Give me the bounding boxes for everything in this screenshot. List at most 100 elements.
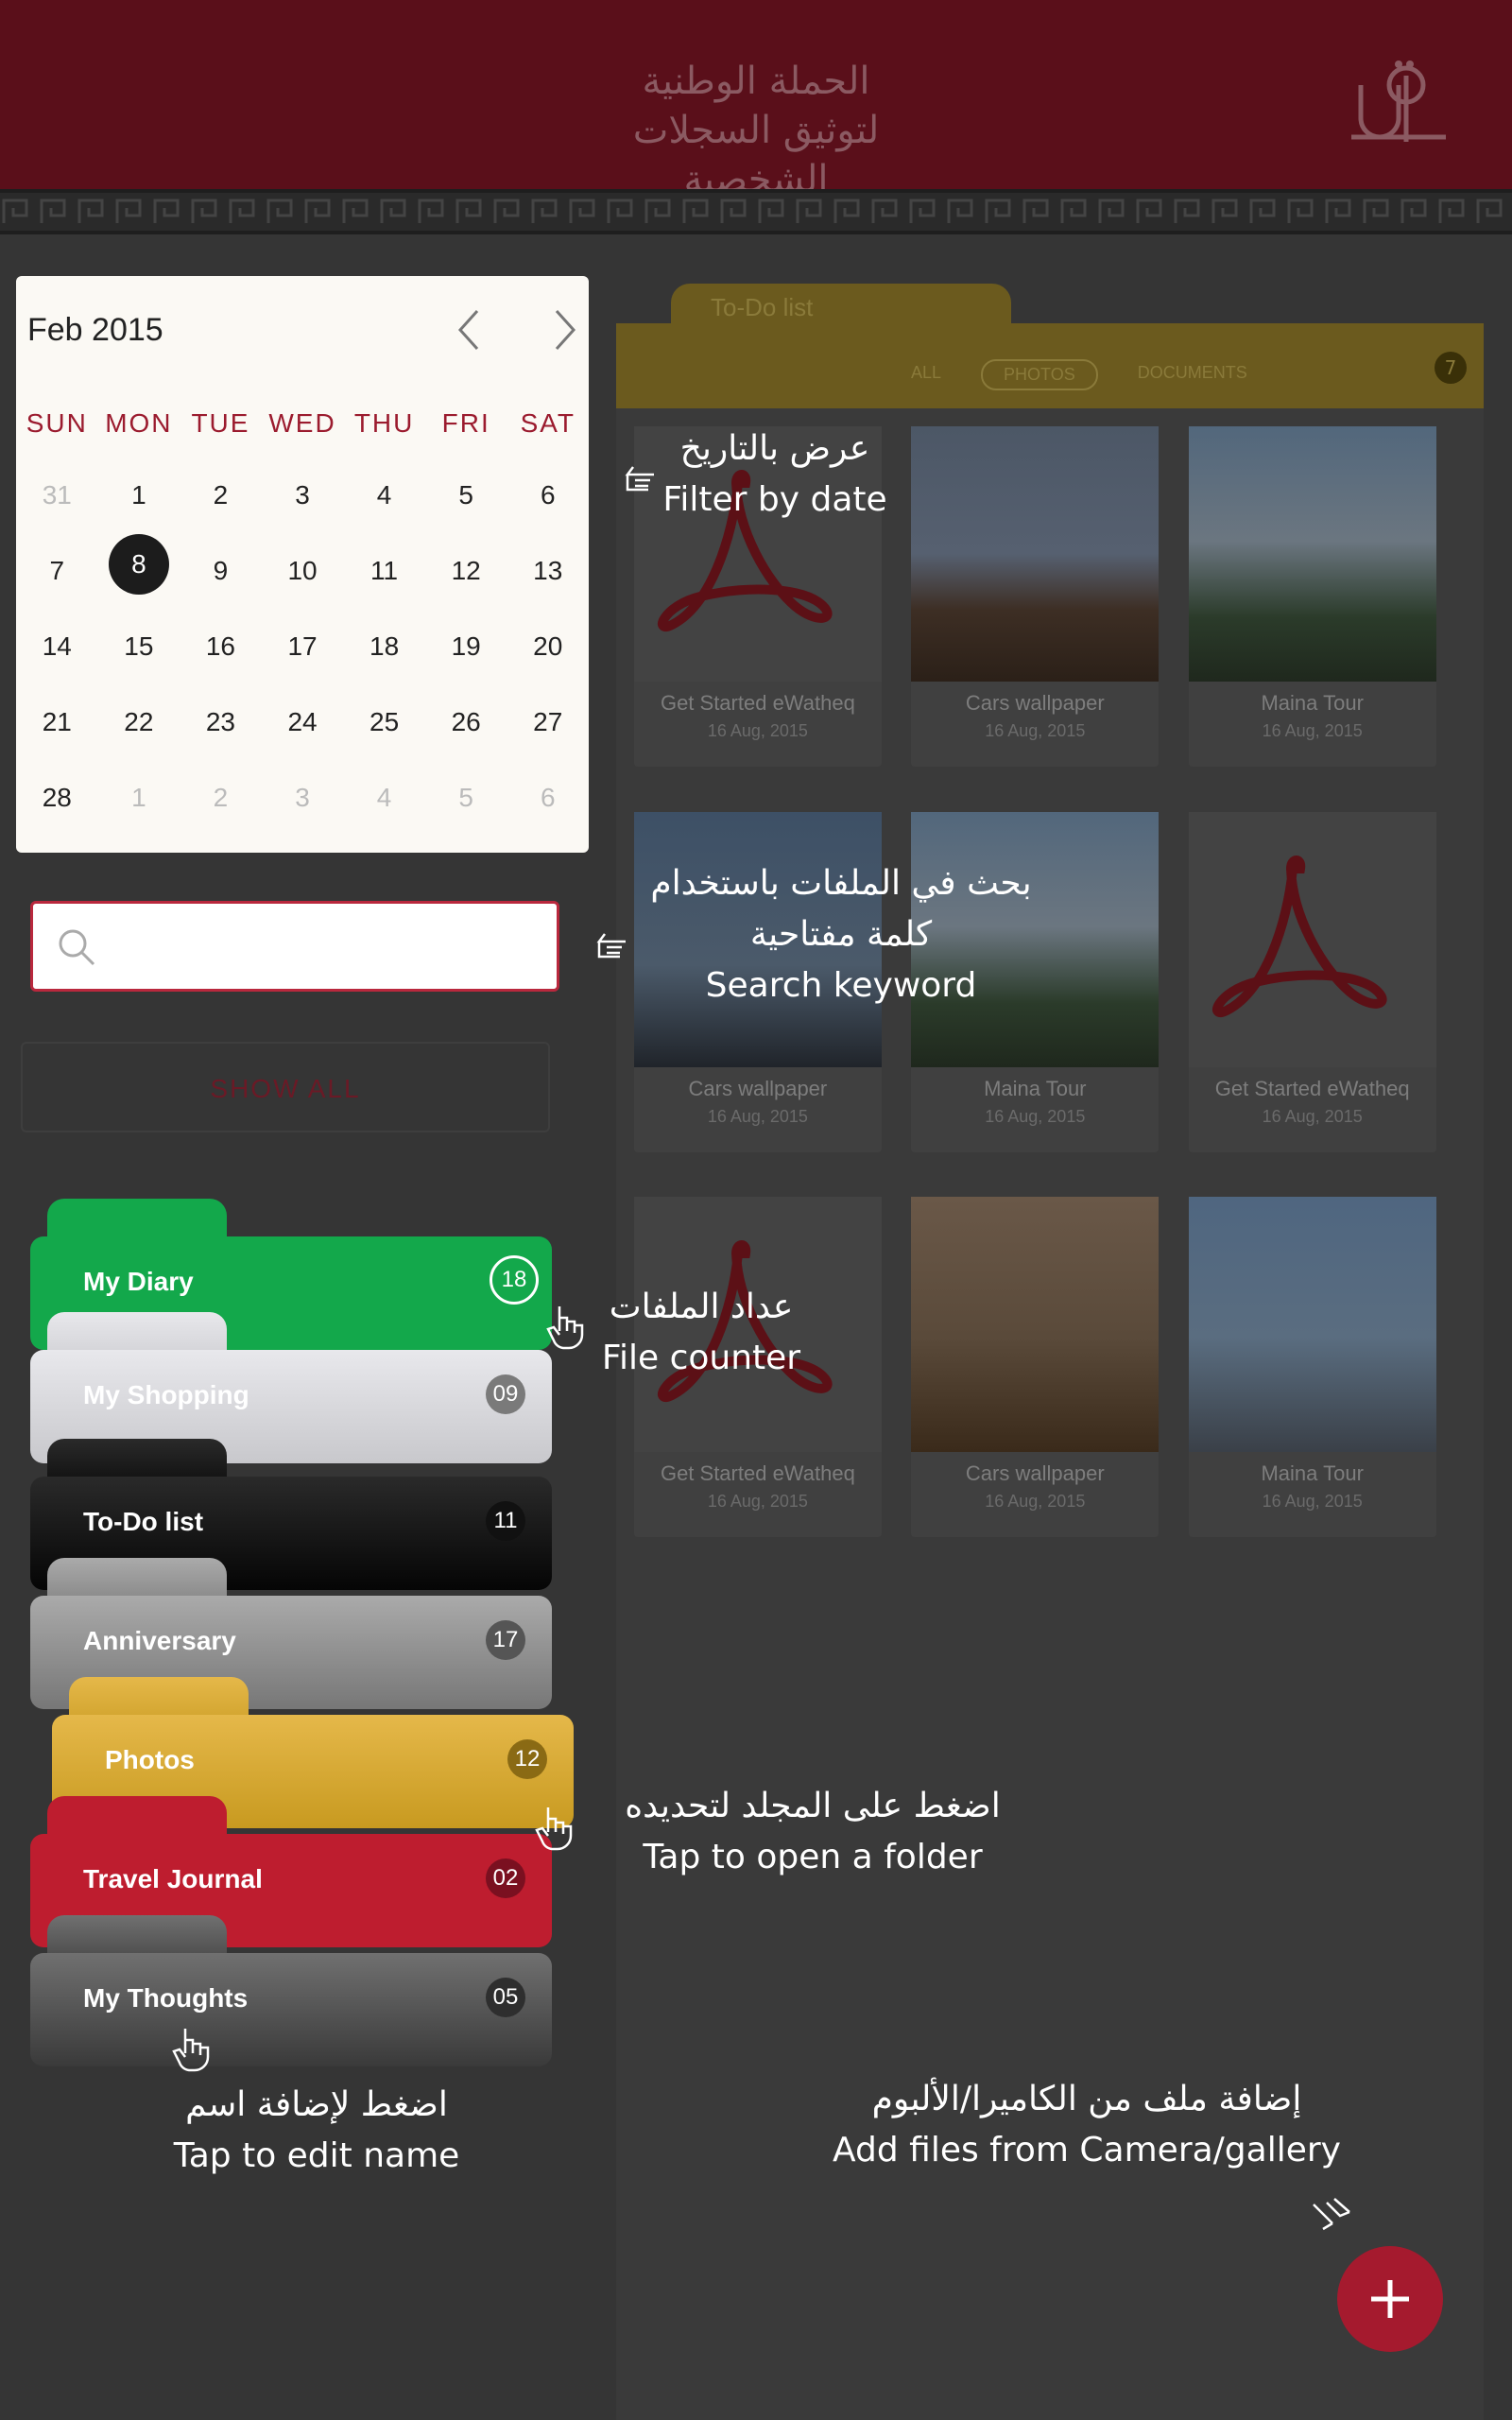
calendar-day[interactable]: 9 [180,541,262,616]
chevron-left-icon[interactable] [451,306,489,354]
calendar-day[interactable]: 7 [16,541,98,616]
calendar-day-number: 26 [451,707,481,736]
calendar-day[interactable]: 5 [425,768,507,843]
calendar-day-number: 18 [369,631,400,661]
search-box[interactable] [30,901,559,992]
calendar-day[interactable]: 16 [180,616,262,692]
calendar-week-row: 7 8 9 10 11 12 13 [16,534,589,616]
calendar-day[interactable]: 28 [16,768,98,843]
calendar-day[interactable]: 4 [343,768,425,843]
calendar-day[interactable]: 6 [507,768,589,843]
filter-documents[interactable]: DOCUMENTS [1117,359,1268,390]
add-file-button[interactable] [1337,2246,1443,2352]
file-card-title: Maina Tour [1261,1461,1364,1486]
calendar-day-number: 27 [533,707,563,736]
calendar-day[interactable]: 2 [180,768,262,843]
file-card-title: Cars wallpaper [965,691,1105,716]
annotation-edit-name: اضغط لإضافة اسم Tap to edit name [132,2080,501,2182]
file-card-title: Cars wallpaper [688,1076,828,1100]
calendar-day[interactable]: 3 [262,465,344,541]
calendar-day-number: 2 [213,480,229,510]
annotation-ar: بحث في الملفات باستخدام [650,864,1032,903]
calendar-day-number: 6 [540,480,556,510]
annotation-en: Tap to edit name [173,2136,460,2175]
folder-label[interactable]: My Shopping [83,1380,249,1410]
calendar-day-number: 21 [42,707,72,736]
calendar-day-number: 3 [295,783,310,812]
calendar-day[interactable]: 19 [425,616,507,692]
folder-label[interactable]: Photos [105,1745,195,1775]
app-header: الحملة الوطنية لتوثيق السجلات الشخصية [0,0,1512,201]
folder-label[interactable]: Travel Journal [83,1864,263,1894]
show-all-button[interactable]: SHOW ALL [21,1042,550,1132]
calendar-day-number: 15 [124,631,154,661]
filter-all[interactable]: ALL [890,359,962,390]
app-logo-icon [1351,60,1446,142]
calendar-day[interactable]: 27 [507,692,589,768]
calendar-day[interactable]: 13 [507,541,589,616]
calendar-day-grid: 31 1 2 3 4 5 6 7 8 9 10 11 12 13 14 15 16 17 18 19 20 21 22 23 2… [16,465,589,843]
calendar-day-number: 1 [131,480,146,510]
folder-count-badge: 12 [507,1739,547,1779]
pattern-ornament [0,193,1512,231]
annotation-ar: كلمة مفتاحية [749,915,933,954]
photo-thumbnail [1188,1197,1436,1453]
calendar-day[interactable]: 4 [343,465,425,541]
calendar-day[interactable]: 1 [98,768,180,843]
search-input[interactable] [109,911,543,981]
calendar-day[interactable]: 25 [343,692,425,768]
calendar-day-number: 6 [540,783,556,812]
annotation-en: Tap to open a folder [643,1838,983,1876]
calendar-day[interactable]: 3 [262,768,344,843]
calendar-day[interactable]: 12 [425,541,507,616]
calendar-day[interactable]: 20 [507,616,589,692]
calendar-day[interactable]: 31 [16,465,98,541]
calendar-day[interactable]: 2 [180,465,262,541]
file-card-date: 16 Aug, 2015 [985,1106,1086,1126]
annotation-en: Add files from Camera/gallery [833,2131,1341,2169]
file-card[interactable]: Cars wallpaper 16 Aug, 2015 [911,426,1160,768]
filter-photos[interactable]: PHOTOS [981,359,1098,390]
file-card-date: 16 Aug, 2015 [707,721,808,741]
calendar-day[interactable]: 18 [343,616,425,692]
calendar-day[interactable]: 22 [98,692,180,768]
calendar-day-number: 10 [287,556,318,585]
folder-count-badge: 09 [486,1374,525,1414]
calendar-day-selected[interactable]: 8 [98,534,180,616]
calendar-day-number: 13 [533,556,563,585]
calendar-day[interactable]: 5 [425,465,507,541]
plus-icon [1371,2280,1409,2318]
file-card[interactable]: Cars wallpaper 16 Aug, 2015 [911,1197,1160,1538]
calendar-day[interactable]: 1 [98,465,180,541]
calendar-day[interactable]: 26 [425,692,507,768]
folder-count-badge: 11 [486,1501,525,1541]
tap-hand-icon [172,2029,210,2072]
chevron-right-icon[interactable] [545,306,583,354]
folder-label[interactable]: Anniversary [83,1626,236,1656]
file-card[interactable]: Get Started eWatheq 16 Aug, 2015 [1188,811,1436,1152]
calendar-day[interactable]: 23 [180,692,262,768]
file-card-date: 16 Aug, 2015 [1262,1492,1363,1512]
calendar-day[interactable]: 24 [262,692,344,768]
calendar-day-number: 8 [108,534,169,595]
file-card[interactable]: Maina Tour 16 Aug, 2015 [1188,1197,1436,1538]
folder-label[interactable]: My Thoughts [83,1983,248,2014]
calendar-day[interactable]: 15 [98,616,180,692]
annotation-en: Filter by date [662,480,887,519]
calendar-day[interactable]: 21 [16,692,98,768]
calendar-day[interactable]: 11 [343,541,425,616]
calendar-day[interactable]: 17 [262,616,344,692]
calendar-week-row: 31 1 2 3 4 5 6 [16,465,589,541]
annotation-open-folder: اضغط على المجلد لتحديده Tap to open a fo… [586,1781,1040,1883]
file-card-title: Get Started eWatheq [1214,1076,1410,1100]
calendar-weekday-header: SUN MON TUE WED THU FRI SAT [16,408,589,439]
calendar-day[interactable]: 10 [262,541,344,616]
folder-label[interactable]: To-Do list [83,1507,203,1537]
calendar-day[interactable]: 14 [16,616,98,692]
calendar-day[interactable]: 6 [507,465,589,541]
calendar-day-number: 4 [376,480,392,510]
file-card[interactable]: Maina Tour 16 Aug, 2015 [1188,426,1436,768]
folder-count-badge: 18 [490,1255,539,1305]
file-card-title: Cars wallpaper [965,1461,1105,1486]
folder-label[interactable]: My Diary [83,1267,194,1297]
